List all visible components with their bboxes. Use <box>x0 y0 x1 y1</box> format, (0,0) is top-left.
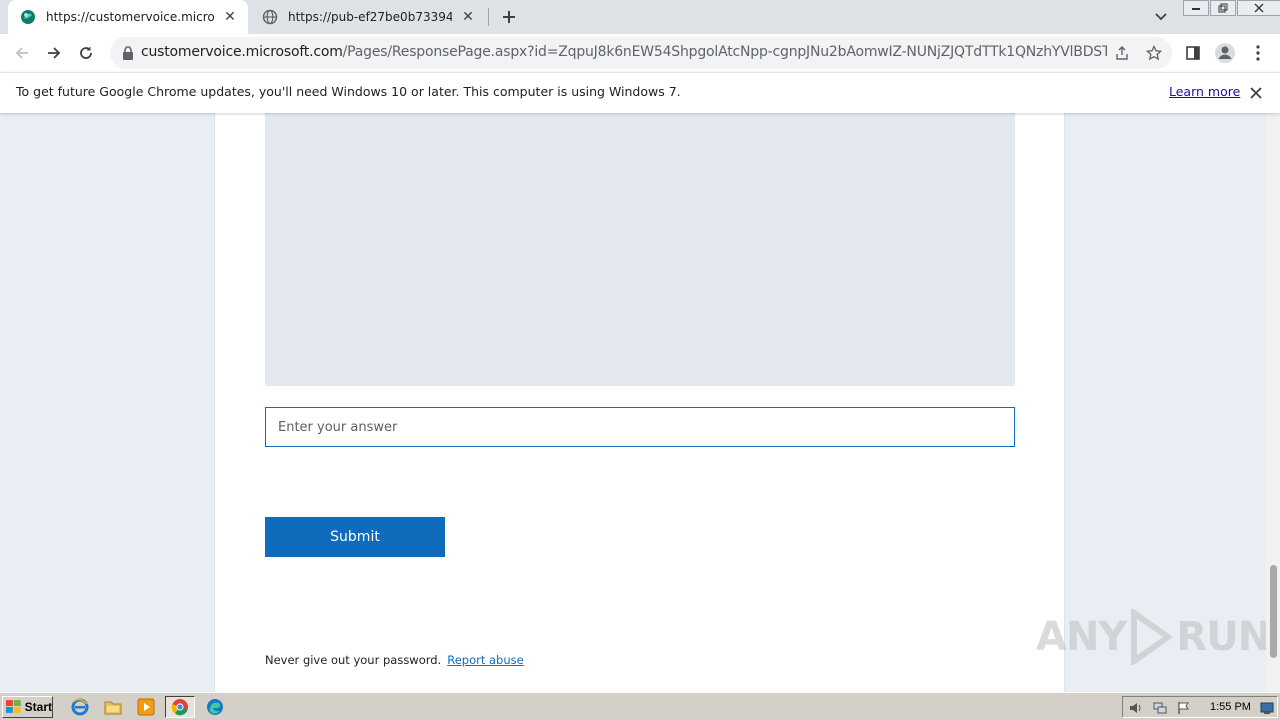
address-bar[interactable]: customervoice.microsoft.com/Pages/Respon… <box>110 37 1172 69</box>
windows-taskbar: Start 1:55 PM <box>0 692 1280 720</box>
form-card: Submit Never give out your password. Rep… <box>214 113 1065 692</box>
customer-voice-icon <box>20 9 36 25</box>
back-icon[interactable] <box>7 38 37 68</box>
tab-title: https://customervoice.microsoft.com <box>46 10 214 24</box>
lock-icon[interactable] <box>120 45 136 61</box>
new-tab-icon[interactable] <box>498 6 520 28</box>
page-scrollbar[interactable] <box>1266 113 1280 692</box>
side-panel-icon[interactable] <box>1178 38 1208 68</box>
infobar-message: To get future Google Chrome updates, you… <box>16 84 681 99</box>
globe-icon <box>262 9 278 25</box>
system-tray: 1:55 PM <box>1122 696 1278 718</box>
url-host: customervoice.microsoft.com <box>141 44 343 60</box>
answer-input[interactable] <box>265 407 1015 447</box>
windows-logo-icon <box>6 700 21 713</box>
page-content: Submit Never give out your password. Rep… <box>0 113 1280 692</box>
close-infobar-icon[interactable] <box>1247 84 1265 102</box>
watermark-text-right: RUN <box>1176 614 1271 660</box>
chrome-icon[interactable] <box>165 696 195 718</box>
start-label: Start <box>24 700 52 714</box>
watermark-text-left: ANY <box>1036 614 1127 660</box>
learn-more-link[interactable]: Learn more <box>1169 84 1240 99</box>
question-image-area <box>265 113 1015 386</box>
file-explorer-icon[interactable] <box>102 697 124 717</box>
password-warning: Never give out your password. <box>265 653 442 667</box>
network-icon[interactable] <box>1152 700 1168 716</box>
update-infobar: To get future Google Chrome updates, you… <box>0 72 1280 113</box>
bookmark-star-icon[interactable] <box>1143 42 1165 64</box>
form-footer: Never give out your password. Report abu… <box>265 653 524 667</box>
play-logo-icon <box>1131 609 1174 665</box>
tab-strip: https://customervoice.microsoft.com ✕ ht… <box>0 0 1280 34</box>
profile-avatar-icon[interactable] <box>1210 38 1240 68</box>
browser-toolbar: customervoice.microsoft.com/Pages/Respon… <box>0 34 1280 72</box>
tab-customervoice[interactable]: https://customervoice.microsoft.com ✕ <box>8 0 248 34</box>
url-path: /Pages/ResponsePage.aspx?id=ZqpuJ8k6nEW5… <box>342 44 1107 60</box>
volume-icon[interactable] <box>1128 700 1144 716</box>
close-tab-icon[interactable]: ✕ <box>220 7 240 27</box>
tab-separator <box>488 8 489 26</box>
action-center-flag-icon[interactable] <box>1176 700 1192 716</box>
reload-icon[interactable] <box>71 38 101 68</box>
media-player-icon[interactable] <box>135 697 157 717</box>
show-desktop-icon[interactable] <box>1259 700 1275 716</box>
url-text: customervoice.microsoft.com/Pages/Respon… <box>141 44 1107 60</box>
close-tab-icon[interactable]: ✕ <box>458 7 478 27</box>
edge-icon[interactable] <box>204 697 226 717</box>
scrollbar-thumb[interactable] <box>1270 565 1277 658</box>
minimize-icon[interactable] <box>1183 0 1209 16</box>
tab-title: https://pub-ef27be0b73394d53a6b6 <box>288 10 452 24</box>
share-icon[interactable] <box>1111 42 1133 64</box>
internet-explorer-icon[interactable] <box>69 697 91 717</box>
close-window-icon[interactable] <box>1237 0 1280 16</box>
maximize-icon[interactable] <box>1210 0 1236 16</box>
start-button[interactable]: Start <box>2 696 53 718</box>
window-controls <box>1182 0 1280 18</box>
forward-icon[interactable] <box>39 38 69 68</box>
tab-pub[interactable]: https://pub-ef27be0b73394d53a6b6 ✕ <box>250 0 486 34</box>
chevron-down-icon[interactable] <box>1150 6 1172 28</box>
anyrun-watermark: ANY RUN <box>1036 609 1271 665</box>
menu-dots-icon[interactable] <box>1243 38 1273 68</box>
submit-button[interactable]: Submit <box>265 517 445 557</box>
taskbar-clock[interactable]: 1:55 PM <box>1210 701 1251 713</box>
report-abuse-link[interactable]: Report abuse <box>447 653 523 667</box>
